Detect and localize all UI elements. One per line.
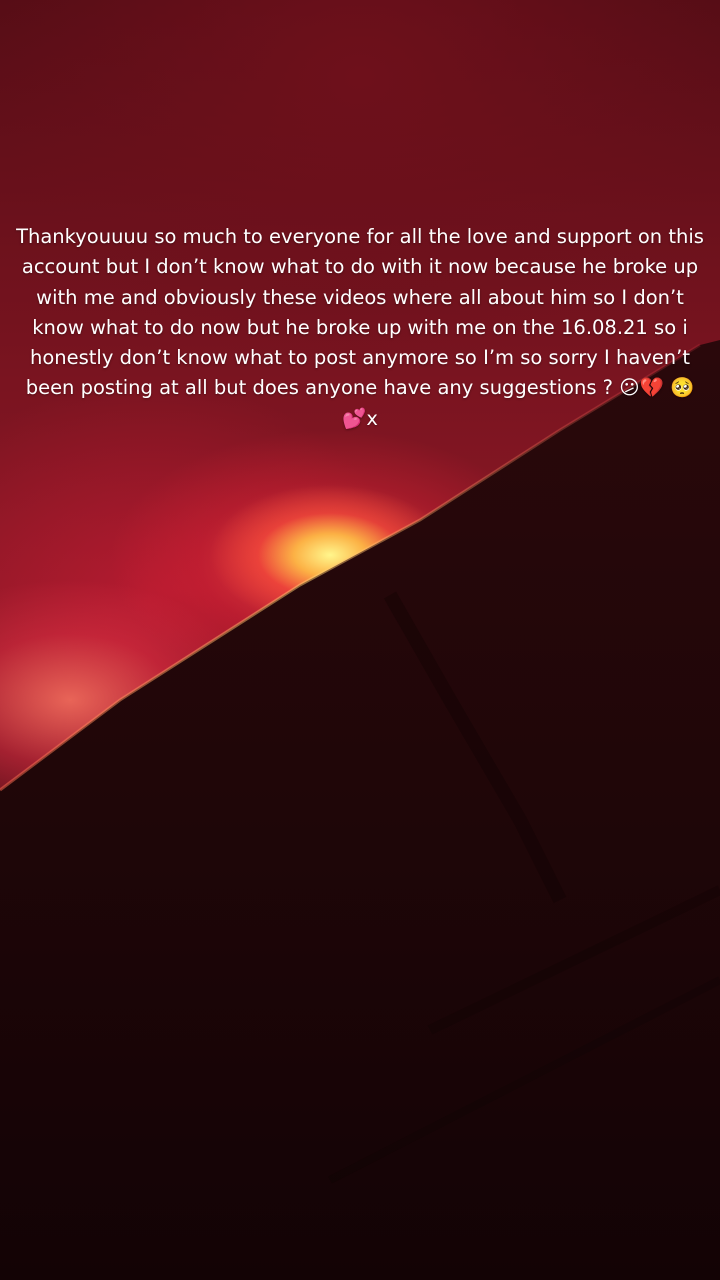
caption-text: Thankyouuuu so much to everyone for all … [16, 225, 704, 430]
photo-background: Thankyouuuu so much to everyone for all … [0, 0, 720, 1280]
sofa-silhouette [0, 340, 720, 1280]
sofa-body [0, 340, 720, 1280]
